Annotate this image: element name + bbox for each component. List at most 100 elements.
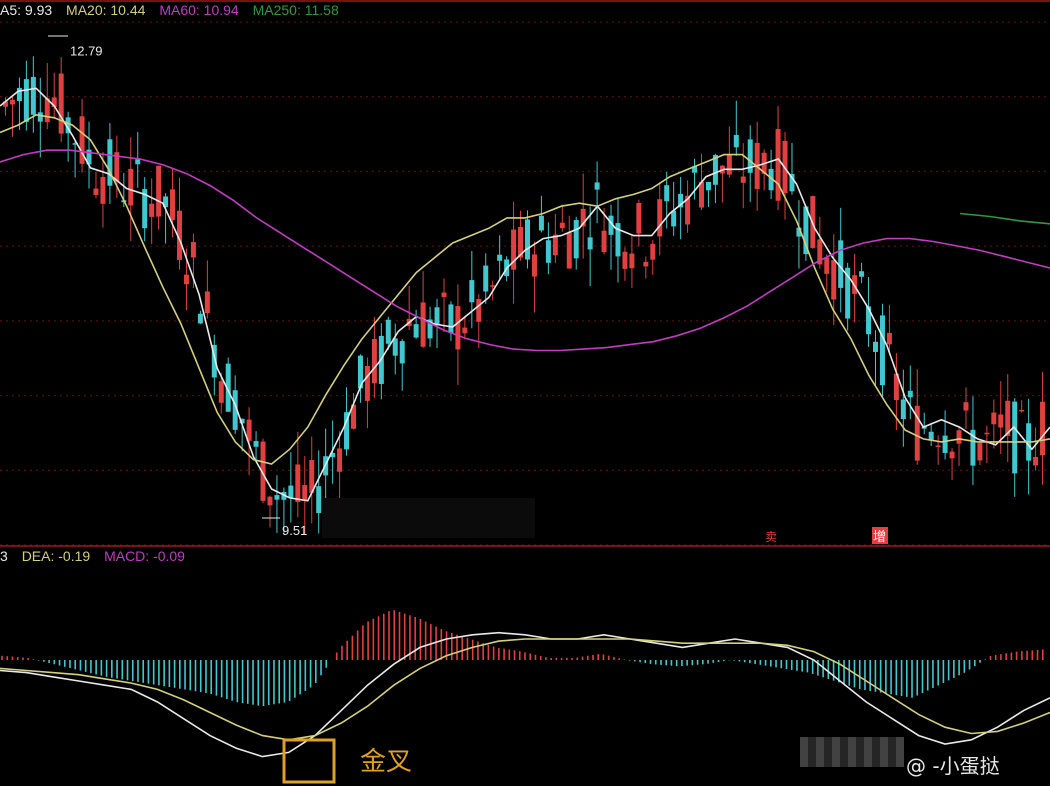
candle-body <box>1019 409 1025 412</box>
candle-body <box>531 254 537 277</box>
candle-body <box>601 230 607 253</box>
candle-body <box>392 338 398 356</box>
candle-body <box>149 203 155 217</box>
candle-body <box>183 274 189 285</box>
candle-body <box>295 464 301 502</box>
candle-body <box>204 291 210 314</box>
candle-body <box>455 306 461 350</box>
candle-body <box>587 237 593 250</box>
candle-body <box>107 139 113 186</box>
candle-body <box>991 412 997 425</box>
candle-body <box>399 341 405 364</box>
candle-body <box>135 159 141 165</box>
redaction-box <box>322 498 535 538</box>
candle-body <box>197 313 203 324</box>
candle-body <box>100 176 106 204</box>
candle-body <box>385 319 391 344</box>
candle-body <box>740 176 746 183</box>
candle-body <box>274 495 280 500</box>
candle-body <box>1040 401 1046 456</box>
low-price-label: 9.51 <box>282 523 307 538</box>
moving-average-lines <box>0 87 1050 502</box>
candle-body <box>824 257 830 274</box>
candle-body <box>9 99 15 105</box>
candle-body <box>622 251 628 269</box>
candle-body <box>434 307 440 325</box>
candle-body <box>859 271 865 277</box>
candle-body <box>886 332 892 345</box>
golden-cross-box <box>282 738 336 784</box>
candle-body <box>364 365 370 401</box>
candle-body <box>559 222 565 229</box>
candle-body <box>16 87 22 102</box>
candle-body <box>128 168 134 206</box>
candle-body <box>775 128 781 201</box>
candle-body <box>552 234 558 256</box>
candle-body <box>23 79 29 122</box>
candle-body <box>956 430 962 444</box>
candle-body <box>288 485 294 498</box>
candle-body <box>448 304 454 334</box>
candle-body <box>873 341 878 352</box>
candle-body <box>650 243 656 260</box>
candle-body <box>337 448 343 472</box>
candle-body <box>218 381 224 403</box>
candle-body <box>37 112 43 122</box>
candle-body <box>1033 456 1039 466</box>
candle-body <box>93 188 99 196</box>
candle-body <box>699 181 704 208</box>
golden-cross-label: 金叉 <box>360 746 412 776</box>
candle-body <box>671 210 677 227</box>
candle-body <box>525 219 530 260</box>
candle-body <box>413 324 419 338</box>
candle-body <box>949 451 955 459</box>
candle-body <box>469 280 475 303</box>
stock-chart: A5: 9.93 MA20: 10.44 MA60: 10.94 MA250: … <box>0 0 1050 786</box>
candle-body <box>490 285 496 287</box>
candle-body <box>629 253 635 269</box>
candle-body <box>977 443 983 461</box>
candle-body <box>594 182 600 190</box>
candle-body <box>497 254 503 261</box>
candle-body <box>573 220 579 259</box>
candle-body <box>267 496 273 506</box>
candle-body <box>657 199 663 237</box>
candle-body <box>170 189 176 221</box>
candle-body <box>441 292 447 298</box>
candle-body <box>190 242 196 258</box>
candle-body <box>156 165 162 217</box>
candle-body <box>253 441 259 447</box>
candle-body <box>935 445 941 447</box>
candle-body <box>538 215 544 231</box>
candle-body <box>942 435 948 453</box>
signal-sell-label: 卖 <box>765 530 777 544</box>
candle-body <box>998 414 1004 428</box>
chart-canvas: 12.79 9.51 卖 增 金叉 <box>0 0 1050 784</box>
candle-body <box>636 202 642 234</box>
signal-add-label: 增 <box>873 529 886 544</box>
candle-body <box>928 431 934 440</box>
candle-body <box>316 486 322 514</box>
candle-body <box>58 73 64 134</box>
candle-body <box>483 265 489 292</box>
candle-body <box>566 232 572 269</box>
watermark: @ -小蛋挞 <box>906 754 1000 778</box>
high-price-label: 12.79 <box>70 44 103 59</box>
candle-body <box>831 260 837 300</box>
blurred-text <box>800 737 904 767</box>
candle-body <box>664 185 670 202</box>
candle-body <box>726 154 732 175</box>
candle-body <box>30 76 36 115</box>
candle-body <box>545 240 551 263</box>
candle-body <box>302 485 308 501</box>
candle-body <box>420 302 426 347</box>
candle-body <box>907 390 913 398</box>
candle-body <box>900 399 906 420</box>
candle-body <box>733 134 739 148</box>
candle-body <box>1012 401 1018 474</box>
candlesticks <box>3 35 1046 534</box>
candle-body <box>984 432 990 435</box>
candle-body <box>643 261 649 267</box>
macd-histogram <box>1 610 1044 706</box>
candle-body <box>705 181 711 191</box>
